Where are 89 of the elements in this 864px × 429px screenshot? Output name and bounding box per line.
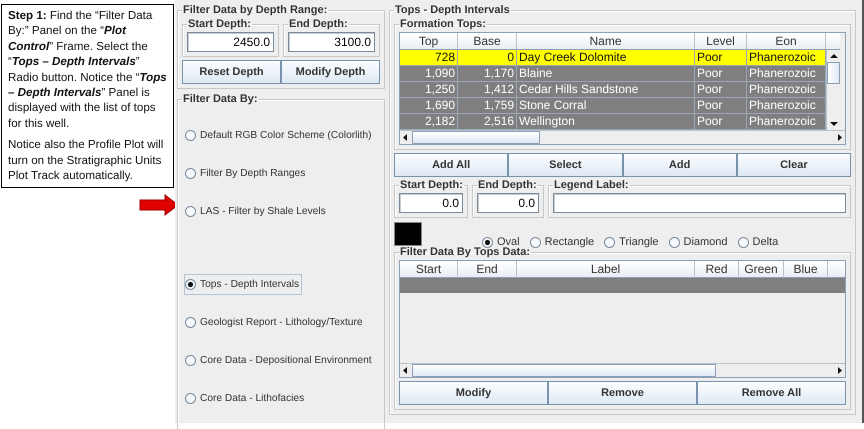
radio-label[interactable]: Filter By Depth Ranges [200,168,306,179]
tops-button[interactable]: Clear [736,153,851,177]
field-label: Legend Label: [553,179,630,191]
column-header[interactable]: Base [458,33,517,50]
table-cell: 1,170 [458,66,517,82]
radio-button[interactable] [185,130,196,141]
radio-label[interactable]: Geologist Report - Lithology/Texture [200,317,363,328]
field-label: Start Depth: [399,179,464,191]
column-header[interactable]: Green [739,261,784,278]
radio-label[interactable]: Core Data - Lithofacies [200,393,304,404]
tops-data-button[interactable]: Remove All [697,381,846,405]
column-header[interactable]: Start [400,261,458,278]
radio-button[interactable] [738,236,749,248]
column-header[interactable]: Name [517,33,695,50]
radio-button[interactable] [185,393,196,404]
column-header[interactable]: Level [695,33,747,50]
scrollbar[interactable] [400,363,845,377]
radio-button[interactable] [530,236,541,248]
table-cell: Wellington [517,114,695,130]
radio-button[interactable] [668,236,680,248]
radio-label[interactable]: Core Data - Depositional Environment [200,355,372,366]
depth-field[interactable]: 3100.0 [288,32,375,52]
column-header[interactable]: Label [517,261,695,278]
radio-button[interactable] [185,317,196,328]
depth-field[interactable]: 0.0 [399,193,463,213]
panel-title: Filter Data By Tops Data: [399,246,531,258]
radio-button[interactable] [185,206,196,217]
radio-button[interactable] [604,236,616,248]
table-cell: Day Creek Dolomite [517,50,695,66]
radio-label[interactable]: Rectangle [544,236,594,248]
table-cell: 1,250 [400,82,458,98]
table-cell: Phanerozoic [747,50,826,66]
table-cell: Phanerozoic [747,66,826,82]
column-header[interactable]: End [458,261,517,278]
radio-button[interactable] [185,279,196,290]
table-cell: Phanerozoic [747,98,826,114]
radio-label[interactable]: LAS - Filter by Shale Levels [200,206,326,217]
panel-title: Tops - Depth Intervals [394,4,511,16]
radio-button[interactable] [185,355,196,366]
table-cell: Poor [695,98,747,114]
depth-field[interactable]: 2450.0 [187,32,274,52]
field-label: Start Depth: [187,18,252,30]
tops-data-button[interactable]: Remove [548,381,697,405]
table-cell: 1,759 [458,98,517,114]
column-header[interactable]: Eon [747,33,826,50]
table-cell: 2,516 [458,114,517,130]
scrollbar[interactable] [826,50,840,130]
table-cell: Poor [695,50,747,66]
table-cell: Blaine [517,66,695,82]
table-cell: Cedar Hills Sandstone [517,82,695,98]
table-cell: 2,182 [400,114,458,130]
table-cell: 728 [400,50,458,66]
tops-data-button[interactable]: Modify [399,381,548,405]
radio-label[interactable]: Default RGB Color Scheme (Colorlith) [200,130,372,141]
radio-button[interactable] [482,236,493,248]
table-cell: 1,412 [458,82,517,98]
radio-label[interactable]: Delta [752,236,778,248]
table-cell: Poor [695,66,747,82]
column-header[interactable]: Top [400,33,458,50]
table-cell: 1,690 [400,98,458,114]
column-header[interactable]: Red [695,261,739,278]
instruction-text: Notice also the Profile Plot will turn on the Stratigraphic Units Plot Track automatically. [8,137,164,184]
color-swatch[interactable] [394,222,422,246]
tops-button[interactable]: Add All [394,153,508,177]
tops-button[interactable]: Select [508,153,622,177]
depth-button[interactable]: Modify Depth [281,60,380,84]
instruction-text: Step 1: Find the “Filter Data By:” Panel on the “Plot Control” Frame. Select the “Tops – Depth Intervals” Radio button. Notice the “Tops – Depth Intervals” Panel is displayed with the list of tops for this well. [8,8,168,132]
radio-label[interactable]: Oval [497,236,520,248]
table-cell: Phanerozoic [747,114,826,130]
table-cell: 0 [458,50,517,66]
panel-title: Formation Tops: [399,18,487,30]
scrollbar[interactable] [400,130,845,144]
table-cell: Poor [695,114,747,130]
table-cell: Phanerozoic [747,82,826,98]
legend-field[interactable] [553,193,846,213]
panel-title: Filter Data by Depth Range: [182,4,328,16]
radio-label[interactable]: Diamond [684,236,728,248]
radio-label[interactable]: Triangle [619,236,659,248]
table-cell: Poor [695,82,747,98]
panel-title: Filter Data By: [182,93,259,105]
depth-button[interactable]: Reset Depth [182,60,281,84]
field-label: End Depth: [288,18,349,30]
column-header[interactable]: Blue [784,261,828,278]
table-cell: Stone Corral [517,98,695,114]
depth-field[interactable]: 0.0 [477,193,539,213]
field-label: End Depth: [477,179,538,191]
radio-button[interactable] [185,168,196,179]
table-cell: 1,090 [400,66,458,82]
tops-button[interactable]: Add [622,153,737,177]
